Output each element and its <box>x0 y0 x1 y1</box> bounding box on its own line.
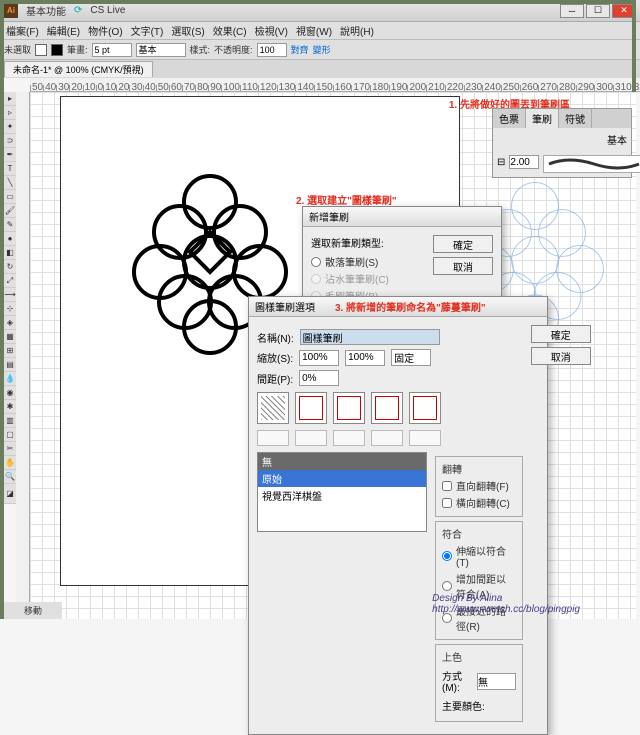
tile-side[interactable] <box>257 392 289 424</box>
rect-tool[interactable]: ▭ <box>4 190 16 204</box>
panel-tab-swatches[interactable]: 色票 <box>493 109 526 128</box>
blend-tool[interactable]: ◉ <box>4 386 16 400</box>
subtile-5[interactable] <box>409 430 441 446</box>
lasso-tool[interactable]: ⊃ <box>4 134 16 148</box>
scale-tool[interactable]: ⤢ <box>4 274 16 288</box>
selection-tool[interactable]: ▸ <box>4 92 16 106</box>
fit-stretch-radio[interactable] <box>442 551 452 561</box>
perspective-tool[interactable]: ▦ <box>4 330 16 344</box>
dialog1-prompt: 選取新筆刷類型: <box>311 235 425 250</box>
eyedropper-tool[interactable]: 💧 <box>4 372 16 386</box>
annotation-3: 3. 將新增的筆刷命名為"藤蔓筆刷" <box>335 299 486 314</box>
space-label: 間距(P): <box>257 371 293 386</box>
dialog1-title: 新增筆刷 <box>303 207 501 227</box>
dialog1-ok-button[interactable]: 確定 <box>433 235 493 253</box>
flip-legend: 翻轉 <box>442 461 516 476</box>
pattern-brush-dialog: 圖樣筆刷選項 3. 將新增的筆刷命名為"藤蔓筆刷" 名稱(N): 縮放(S): 固… <box>248 296 548 735</box>
tile-end[interactable] <box>409 392 441 424</box>
type-tool[interactable]: T <box>4 162 16 176</box>
fill-stroke[interactable]: ◪ <box>4 484 16 504</box>
line-tool[interactable]: ╲ <box>4 176 16 190</box>
scale-input[interactable] <box>299 350 339 366</box>
tile-outer[interactable] <box>295 392 327 424</box>
name-input[interactable] <box>300 329 440 345</box>
hand-tool[interactable]: ✋ <box>4 456 16 470</box>
graph-tool[interactable]: ▥ <box>4 414 16 428</box>
fit-space-radio[interactable] <box>442 581 452 591</box>
dialog2-ok-button[interactable]: 確定 <box>531 325 591 343</box>
artboard-tool[interactable]: ▢ <box>4 428 16 442</box>
fit-legend: 符合 <box>442 526 516 541</box>
free-tool[interactable]: ⊹ <box>4 302 16 316</box>
panel-tab-symbols[interactable]: 符號 <box>559 109 592 128</box>
name-label: 名稱(N): <box>257 330 294 345</box>
zoom-tool[interactable]: 🔍 <box>4 470 16 484</box>
color-legend: 上色 <box>442 649 516 664</box>
brushes-panel: 色票 筆刷 符號 基本 ⊟ <box>492 108 632 178</box>
slice-tool[interactable]: ✂ <box>4 442 16 456</box>
scale-input2[interactable] <box>345 350 385 366</box>
tile-inner[interactable] <box>333 392 365 424</box>
tile-start[interactable] <box>371 392 403 424</box>
scale-mode-select[interactable]: 固定 <box>391 349 431 366</box>
space-input[interactable] <box>299 370 339 386</box>
radio-scatter[interactable] <box>311 257 321 267</box>
dialog2-title: 圖樣筆刷選項 <box>255 299 315 314</box>
flip-v-check[interactable] <box>442 498 452 508</box>
status-bar: 移動 <box>4 602 62 619</box>
pen-tool[interactable]: ✒ <box>4 148 16 162</box>
dialog1-cancel-button[interactable]: 取消 <box>433 257 493 275</box>
scale-label: 縮放(S): <box>257 350 293 365</box>
ruler-vertical <box>16 92 30 619</box>
panel-tab-brushes[interactable]: 筆刷 <box>526 109 559 128</box>
mesh-tool[interactable]: ⊞ <box>4 344 16 358</box>
color-method-select[interactable]: 無 <box>477 673 516 690</box>
brush-tool[interactable]: 🖌 <box>4 204 16 218</box>
wand-tool[interactable]: ✦ <box>4 120 16 134</box>
annotation-2: 2. 選取建立"圖樣筆刷" <box>296 192 397 207</box>
basic-brush-label[interactable]: 基本 <box>497 132 627 147</box>
symbol-tool[interactable]: ✱ <box>4 400 16 414</box>
list-item-original[interactable]: 原始 <box>258 470 426 487</box>
eraser-tool[interactable]: ◧ <box>4 246 16 260</box>
rotate-tool[interactable]: ↻ <box>4 260 16 274</box>
subtile-3[interactable] <box>333 430 365 446</box>
slider-icon[interactable]: ⊟ <box>497 157 505 168</box>
direct-select-tool[interactable]: ▹ <box>4 106 16 120</box>
pattern-listbox[interactable]: 無 原始 視覺西洋棋盤 <box>257 452 427 532</box>
shape-tool[interactable]: ◈ <box>4 316 16 330</box>
tools-panel: ▸ ▹ ✦ ⊃ ✒ T ╲ ▭ 🖌 ✎ ● ◧ ↻ ⤢ ⟿ ⊹ ◈ ▦ ⊞ ▤ … <box>4 92 16 504</box>
subtile-1[interactable] <box>257 430 289 446</box>
brush-stroke-preview[interactable] <box>543 155 640 173</box>
credit: Design By Alina http://www.wretch.cc/blo… <box>432 593 580 615</box>
width-tool[interactable]: ⟿ <box>4 288 16 302</box>
brush-size-input[interactable] <box>509 155 539 169</box>
radio-calligraphic <box>311 274 321 284</box>
gradient-tool[interactable]: ▤ <box>4 358 16 372</box>
blob-tool[interactable]: ● <box>4 232 16 246</box>
pencil-tool[interactable]: ✎ <box>4 218 16 232</box>
subtile-4[interactable] <box>371 430 403 446</box>
dialog2-cancel-button[interactable]: 取消 <box>531 347 591 365</box>
flip-h-check[interactable] <box>442 481 452 491</box>
list-item-checker[interactable]: 視覺西洋棋盤 <box>258 487 426 504</box>
subtile-2[interactable] <box>295 430 327 446</box>
